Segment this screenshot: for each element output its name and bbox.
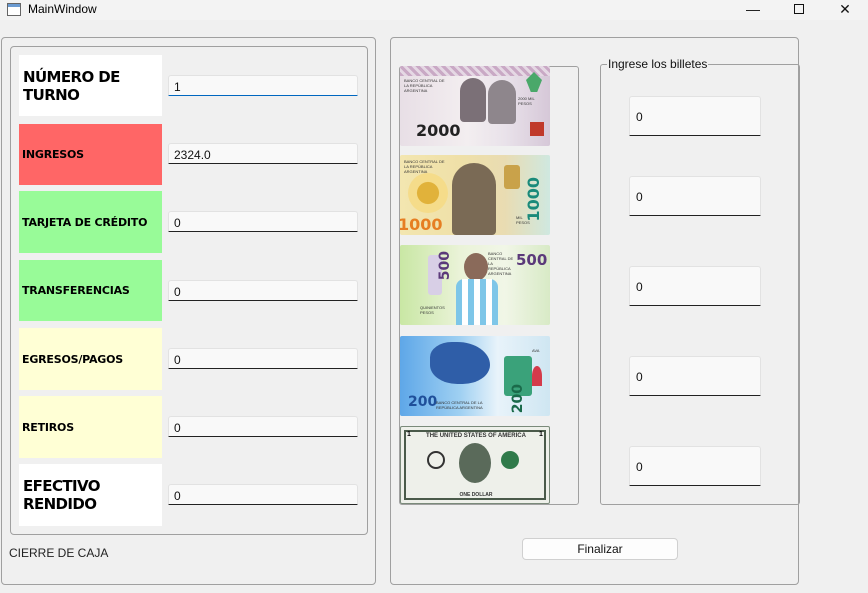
bill-1000-count-field[interactable]: 0 (629, 176, 761, 216)
maximize-button[interactable] (776, 0, 822, 20)
minimize-button[interactable]: — (730, 0, 776, 20)
bill-500-count-field[interactable]: 0 (629, 266, 761, 306)
title-bar: MainWindow — ✕ (0, 0, 868, 20)
expenses-field[interactable]: 0 (168, 348, 358, 369)
transfers-label: TRANSFERENCIAS (19, 260, 162, 321)
close-button[interactable]: ✕ (822, 0, 868, 20)
bill-2000-image: 2000 BANCO CENTRAL DE LA REPÚBLICA ARGEN… (400, 66, 550, 146)
bill-1000-image: 1000 1000 BANCO CENTRAL DE LA REPÚBLICA … (400, 155, 550, 235)
app-window-icon (7, 3, 21, 16)
bill-200-image: 200 200 BANCO CENTRAL DE LA REPÚBLICA AR… (400, 336, 550, 416)
bill-2000-count-field[interactable]: 0 (629, 96, 761, 136)
window-title: MainWindow (28, 2, 97, 16)
turn-number-label: NÚMERO DE TURNO (19, 55, 162, 116)
withdrawals-field[interactable]: 0 (168, 416, 358, 437)
income-label: INGRESOS (19, 124, 162, 185)
bill-count-title: Ingrese los billetes (607, 57, 709, 71)
cash-closing-title: CIERRE DE CAJA (9, 546, 109, 560)
transfers-field[interactable]: 0 (168, 280, 358, 301)
income-field[interactable]: 2324.0 (168, 143, 358, 164)
turn-number-field[interactable]: 1 (168, 75, 358, 96)
withdrawals-label: RETIROS (19, 396, 162, 458)
cash-delivered-field[interactable]: 0 (168, 484, 358, 505)
bill-one-dollar-image: 1 1 THE UNITED STATES OF AMERICA ONE DOL… (400, 426, 550, 504)
bill-200-count-field[interactable]: 0 (629, 356, 761, 396)
cash-delivered-label: EFECTIVO RENDIDO (19, 464, 162, 526)
finalize-button[interactable]: Finalizar (522, 538, 678, 560)
maximize-icon (794, 4, 804, 14)
expenses-label: EGRESOS/PAGOS (19, 328, 162, 390)
bill-dollar-count-field[interactable]: 0 (629, 446, 761, 486)
credit-card-field[interactable]: 0 (168, 211, 358, 232)
bill-500-image: 500 500 BANCO CENTRAL DE LA REPÚBLICA AR… (400, 245, 550, 325)
credit-card-label: TARJETA DE CRÉDITO (19, 191, 162, 253)
